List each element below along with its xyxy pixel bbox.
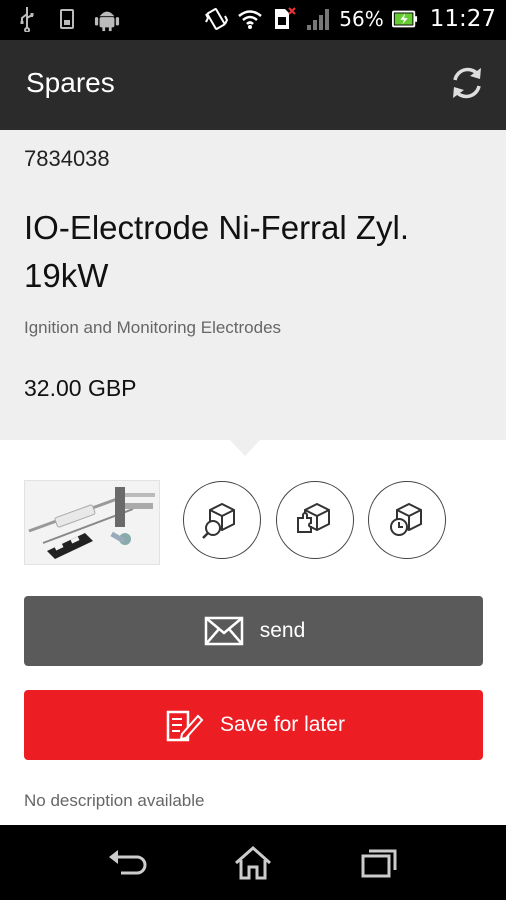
page-title: Spares (26, 67, 115, 98)
save-label: Save for later (220, 713, 345, 736)
status-bar: 56% 11:27 (0, 0, 506, 40)
sd-card-icon (54, 6, 80, 32)
battery-charging-icon (391, 6, 418, 32)
signal-icon (305, 6, 331, 32)
box-puzzle-button[interactable] (276, 481, 354, 559)
app-bar: Spares (0, 40, 506, 130)
send-button[interactable]: send (24, 596, 483, 666)
send-label: send (259, 619, 306, 642)
box-puzzle-icon (293, 496, 337, 544)
product-description: No description available (24, 791, 205, 810)
header-pointer (230, 440, 260, 456)
box-history-button[interactable] (368, 481, 446, 559)
back-icon[interactable] (104, 843, 152, 883)
battery-percentage: 56% (339, 7, 384, 31)
wifi-icon (237, 6, 263, 32)
edit-document-icon (162, 705, 206, 745)
product-category: Ignition and Monitoring Electrodes (24, 318, 282, 337)
box-history-icon (385, 496, 429, 544)
part-number: 7834038 (24, 146, 110, 171)
product-image[interactable] (24, 480, 160, 565)
clock: 11:27 (429, 6, 496, 32)
vibrate-icon (203, 6, 229, 32)
recent-apps-icon[interactable] (355, 843, 403, 883)
home-icon[interactable] (229, 843, 277, 883)
envelope-icon (202, 611, 246, 651)
refresh-icon[interactable] (446, 62, 488, 104)
sim-icon (271, 6, 297, 32)
save-for-later-button[interactable]: Save for later (24, 690, 483, 760)
product-name: IO-Electrode Ni-Ferral Zyl. 19kW (24, 209, 410, 294)
product-price: 32.00 GBP (24, 375, 137, 401)
product-header: 7834038 IO-Electrode Ni-Ferral Zyl. 19kW… (0, 130, 506, 440)
android-icon (94, 6, 120, 32)
usb-icon (14, 6, 40, 32)
box-check-icon (200, 496, 244, 544)
navigation-bar (0, 825, 506, 900)
box-check-button[interactable] (183, 481, 261, 559)
